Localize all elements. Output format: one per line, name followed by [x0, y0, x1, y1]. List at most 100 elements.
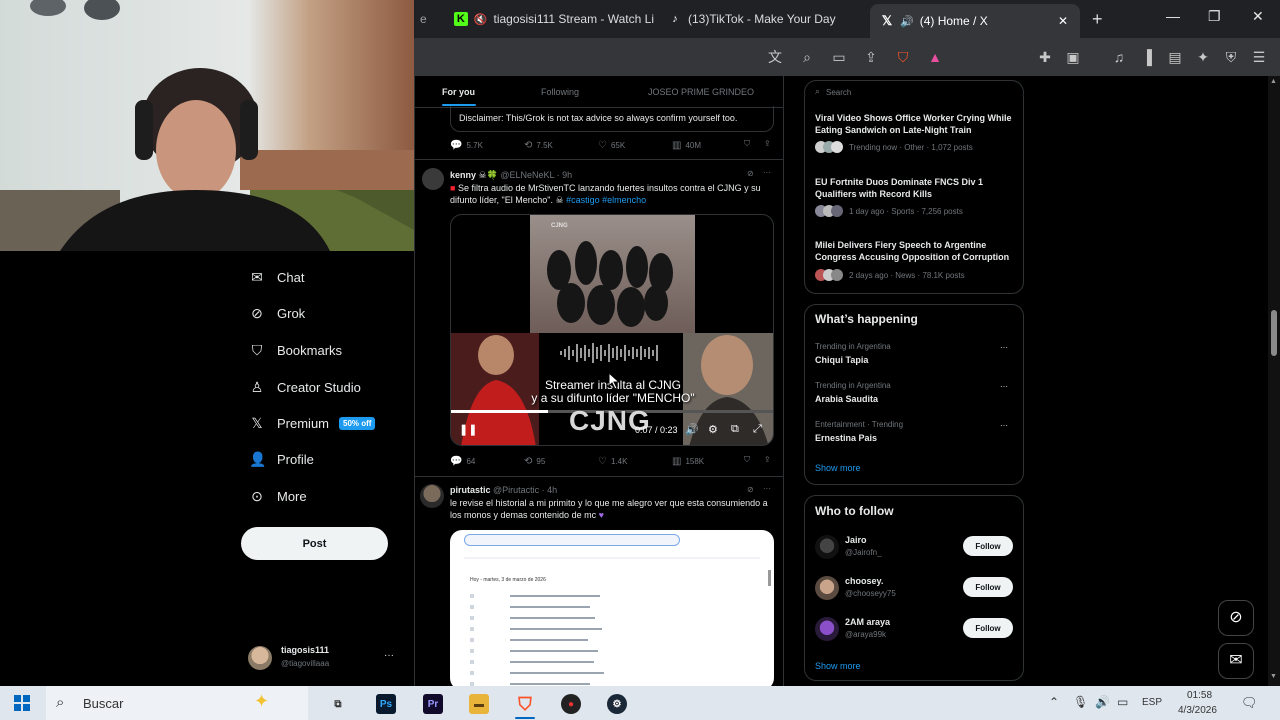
menu-icon[interactable]: ☰ — [1250, 48, 1268, 66]
scroll-up-icon[interactable]: ▲ — [1270, 78, 1277, 85]
tab-tiktok[interactable]: ♪ (13)TikTok - Make Your Day — [658, 4, 868, 34]
pause-icon[interactable]: ❚❚ — [459, 423, 477, 436]
views-stat[interactable]: ▥ 40M — [672, 140, 701, 151]
language-indicator[interactable]: ESP — [1142, 697, 1162, 708]
brave-rewards-icon[interactable]: ▲ — [926, 48, 944, 66]
wallet-icon[interactable]: ▤ — [1166, 48, 1184, 66]
nav-profile[interactable]: 👤 Profile — [249, 451, 314, 467]
account-more-icon[interactable]: ··· — [384, 650, 394, 661]
nav-more[interactable]: ⊙ More — [249, 488, 307, 504]
brave-icon[interactable]: ⛉ — [515, 694, 535, 714]
video-player[interactable]: CJNG Streamer insulta al CJNG y a su dif… — [450, 214, 774, 446]
repost-stat[interactable]: ⟲ 7.5K — [524, 140, 553, 151]
reply-stat[interactable]: 💬 64 — [450, 456, 475, 467]
sidebar-icon[interactable]: ▐ — [1138, 48, 1156, 66]
share-icon[interactable]: ⇪ — [764, 139, 771, 148]
nav-grok[interactable]: ⊘ Grok — [249, 305, 305, 321]
nav-bookmarks[interactable]: ⛉ Bookmarks — [249, 342, 342, 358]
media-icon[interactable]: ♫ — [1110, 48, 1128, 66]
restore-icon[interactable]: ❐ — [1208, 8, 1221, 25]
follow-button[interactable]: Follow — [963, 577, 1013, 597]
like-stat[interactable]: ♡ 1.4K — [598, 456, 627, 467]
steam-icon[interactable]: ⚙ — [607, 694, 627, 714]
share-icon[interactable]: ⇪ — [862, 48, 880, 66]
like-stat[interactable]: ♡ 65K — [598, 140, 625, 151]
more-icon[interactable]: ··· — [763, 168, 771, 177]
translate-icon[interactable]: 文 — [766, 48, 784, 66]
extensions-icon[interactable]: ✚ — [1036, 48, 1054, 66]
more-icon[interactable]: ··· — [1000, 421, 1008, 430]
premiere-icon[interactable]: Pr — [423, 694, 443, 714]
author-name[interactable]: kenny — [450, 170, 476, 180]
windows-start-icon[interactable] — [14, 695, 30, 711]
tab-joseo[interactable]: JOSEO PRIME GRINDEO — [648, 87, 754, 97]
obs-icon[interactable]: ● — [561, 694, 581, 714]
reply-stat[interactable]: 💬 5.7K — [450, 140, 483, 151]
close-window-icon[interactable]: ✕ — [1252, 8, 1264, 25]
follow-button[interactable]: Follow — [963, 618, 1013, 638]
tab-partial[interactable]: e — [416, 4, 438, 34]
zoom-icon[interactable]: ⌕ — [798, 48, 816, 66]
grok-float-button[interactable]: ⊘ — [1218, 600, 1254, 636]
notifications-icon[interactable]: 🗨 — [1241, 695, 1258, 711]
more-icon[interactable]: ··· — [1000, 343, 1008, 352]
settings-icon[interactable]: ⚙ — [708, 423, 718, 436]
leo-icon[interactable]: ✦ — [1194, 48, 1212, 66]
reader-icon[interactable]: ▣ — [1064, 48, 1082, 66]
clock-time[interactable]: 01:58 — [1187, 690, 1212, 701]
mute-icon[interactable]: 🔇 — [474, 13, 488, 26]
tab-kick[interactable]: K 🔇 tiagosisi111 Stream - Watch Li — [444, 4, 654, 34]
account-switcher[interactable]: tiagosis111 @tiagovillaaa ··· — [248, 643, 400, 673]
bookmark-icon[interactable]: ⛉ — [744, 139, 750, 149]
grok-icon[interactable]: ⊘ — [747, 485, 754, 494]
tweet-image[interactable]: Hoy - martes, 3 de marzo de 2026 — [450, 530, 774, 686]
photoshop-icon[interactable]: Ps — [376, 694, 396, 714]
brave-shield-icon[interactable]: ⛉ — [894, 48, 912, 66]
vpn-icon[interactable]: ⛨ — [1222, 48, 1240, 66]
show-hidden-icons-icon[interactable]: ⌃ — [1049, 695, 1059, 709]
more-icon[interactable]: ··· — [1000, 382, 1008, 391]
fullscreen-icon[interactable]: ⤢ — [753, 423, 762, 436]
nav-creator-studio[interactable]: ♙ Creator Studio — [249, 379, 361, 395]
volume-icon[interactable]: 🔊 — [685, 423, 699, 436]
taskbar-search[interactable]: ⌕ Buscar ✦ — [46, 686, 308, 720]
grok-icon[interactable]: ⊘ — [747, 169, 754, 178]
more-icon[interactable]: ··· — [763, 484, 771, 493]
nav-chat[interactable]: ✉ Chat — [249, 269, 304, 285]
views-stat[interactable]: ▥ 158K — [672, 456, 704, 467]
scrollbar-thumb[interactable] — [1271, 310, 1277, 356]
author-handle[interactable]: @Pirutactic · 4h — [493, 485, 557, 495]
speaker-icon[interactable]: 🔊 — [900, 15, 914, 28]
tab-following[interactable]: Following — [541, 87, 579, 97]
repost-stat[interactable]: ⟲ 95 — [524, 456, 545, 467]
post-button[interactable]: Post — [241, 527, 388, 560]
pip-icon[interactable]: ⧉ — [731, 423, 739, 436]
scroll-down-icon[interactable]: ▼ — [1270, 673, 1277, 680]
microphone-icon[interactable]: 🎙 — [1073, 695, 1088, 709]
bookmark-icon[interactable]: ⛉ — [744, 455, 750, 465]
messages-float-button[interactable]: ✉ — [1218, 643, 1254, 679]
show-more-link[interactable]: Show more — [815, 463, 861, 473]
close-tab-icon[interactable]: ✕ — [1058, 14, 1068, 28]
minimize-icon[interactable]: — — [1166, 8, 1180, 24]
avatar[interactable] — [422, 168, 444, 190]
file-explorer-icon[interactable]: ▬ — [469, 694, 489, 714]
avatar — [815, 576, 839, 600]
tab-for-you[interactable]: For you — [442, 87, 475, 97]
avatar[interactable] — [420, 484, 444, 508]
volume-icon[interactable]: 🔊 — [1095, 695, 1110, 709]
nav-premium[interactable]: 𝕏 Premium 50% off — [249, 415, 376, 431]
author-handle[interactable]: @ELNeNeKL · 9h — [500, 170, 572, 180]
share-icon[interactable]: ⇪ — [764, 455, 771, 464]
new-tab-button[interactable]: + — [1092, 9, 1103, 30]
tab-x-home[interactable]: 𝕏 🔊 (4) Home / X ✕ — [870, 4, 1080, 38]
follow-button[interactable]: Follow — [963, 536, 1013, 556]
task-view-icon[interactable]: ⧉ — [328, 694, 348, 714]
scrollbar[interactable]: ▲ ▼ — [1268, 76, 1280, 686]
author-name[interactable]: pirutastic — [450, 485, 491, 495]
network-icon[interactable]: ▭ — [1117, 695, 1128, 709]
hashtags[interactable]: #castigo #elmencho — [566, 195, 646, 205]
show-more-link[interactable]: Show more — [815, 661, 861, 671]
cast-icon[interactable]: ▭ — [830, 48, 848, 66]
clock-date[interactable]: 4/3/2026 — [1178, 705, 1217, 716]
